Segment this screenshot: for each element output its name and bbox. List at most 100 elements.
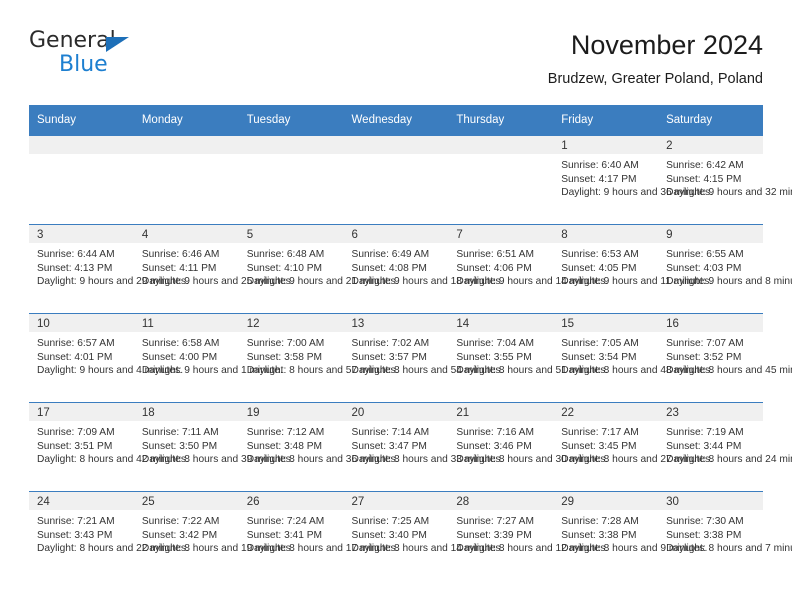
sunrise-text: Sunrise: 7:27 AM	[456, 516, 534, 527]
day-details: Sunrise: 7:22 AM Sunset: 3:42 PM Daylight:…	[134, 510, 294, 556]
day-details: Sunrise: 6:48 AM Sunset: 4:10 PM Daylight:…	[239, 243, 399, 289]
calendar-day-cell[interactable]: 19 Sunrise: 7:12 AM Sunset: 3:48 PM Dayligh…	[238, 402, 399, 492]
daylight-text: Daylight: 8 hours and 39 minutes.	[141, 454, 294, 466]
calendar-day-cell[interactable]: 3 Sunrise: 6:44 AM Sunset: 4:13 PM Daylight…	[29, 224, 189, 314]
day-number: 24	[29, 492, 134, 510]
day-details: Sunrise: 7:17 AM Sunset: 3:45 PM Daylight:…	[553, 421, 713, 467]
calendar-day-cell[interactable]: 11 Sunrise: 6:58 AM Sunset: 4:00 PM Dayligh…	[133, 313, 283, 403]
title-block: November 2024 Brudzew, Greater Poland, P…	[548, 28, 763, 88]
sunrise-text: Sunrise: 7:11 AM	[141, 427, 219, 438]
day-details: Sunrise: 7:28 AM Sunset: 3:38 PM Daylight:…	[553, 510, 707, 556]
daylight-text: Daylight: 8 hours and 22 minutes.	[37, 543, 189, 555]
logo-text-general: General	[29, 28, 116, 53]
calendar-day-cell[interactable]: 9 Sunrise: 6:55 AM Sunset: 4:03 PM Daylight…	[658, 224, 792, 314]
day-number: 28	[448, 492, 554, 510]
day-details: Sunrise: 6:58 AM Sunset: 4:00 PM Daylight:…	[134, 332, 283, 378]
calendar-day-cell[interactable]: 1 Sunrise: 6:40 AM Sunset: 4:17 PM Daylight…	[553, 135, 713, 225]
sunrise-text: Sunrise: 7:07 AM	[666, 338, 744, 349]
day-number-empty	[133, 136, 239, 154]
day-number: 14	[448, 314, 554, 332]
calendar-day-cell[interactable]: 20 Sunrise: 7:14 AM Sunset: 3:47 PM Dayligh…	[343, 402, 503, 492]
day-number: 6	[343, 225, 449, 243]
sunrise-text: Sunrise: 7:12 AM	[246, 427, 325, 438]
calendar-day-cell[interactable]: 16 Sunrise: 7:07 AM Sunset: 3:52 PM Dayligh…	[658, 313, 792, 403]
logo-text-blue: Blue	[59, 52, 108, 77]
daylight-text: Daylight: 9 hours and 11 minutes.	[561, 276, 713, 288]
calendar-day-cell[interactable]: 5 Sunrise: 6:48 AM Sunset: 4:10 PM Daylight…	[238, 224, 399, 314]
sunset-text: Sunset: 3:54 PM	[561, 351, 637, 363]
calendar-day-cell[interactable]: 23 Sunrise: 7:19 AM Sunset: 3:44 PM Dayligh…	[658, 402, 792, 492]
daylight-text: Daylight: 8 hours and 51 minutes.	[456, 365, 609, 377]
calendar-day-cell[interactable]: 18 Sunrise: 7:11 AM Sunset: 3:50 PM Dayligh…	[133, 402, 294, 492]
calendar-day-cell[interactable]: 8 Sunrise: 6:53 AM Sunset: 4:05 PM Daylight…	[553, 224, 713, 314]
calendar-week-row: 24 Sunrise: 7:21 AM Sunset: 3:43 PM Dayligh…	[29, 491, 792, 580]
sunrise-text: Sunrise: 7:00 AM	[246, 338, 325, 349]
day-details: Sunrise: 6:42 AM Sunset: 4:15 PM Daylight:…	[658, 154, 792, 200]
calendar-day-cell[interactable]: 4 Sunrise: 6:46 AM Sunset: 4:11 PM Daylight…	[133, 224, 294, 314]
sunset-text: Sunset: 4:15 PM	[666, 173, 742, 185]
day-details: Sunrise: 6:46 AM Sunset: 4:11 PM Daylight:…	[134, 243, 294, 289]
calendar-day-cell[interactable]: 6 Sunrise: 6:49 AM Sunset: 4:08 PM Daylight…	[343, 224, 503, 314]
calendar-day-cell-empty	[133, 135, 239, 225]
calendar-day-cell[interactable]: 7 Sunrise: 6:51 AM Sunset: 4:06 PM Daylight…	[448, 224, 608, 314]
day-number: 26	[238, 492, 344, 510]
calendar-day-cell[interactable]: 28 Sunrise: 7:27 AM Sunset: 3:39 PM Dayligh…	[448, 491, 608, 580]
day-details: Sunrise: 6:40 AM Sunset: 4:17 PM Daylight:…	[553, 154, 713, 200]
page-subtitle: Brudzew, Greater Poland, Poland	[547, 71, 763, 87]
calendar-day-cell[interactable]: 22 Sunrise: 7:17 AM Sunset: 3:45 PM Dayligh…	[553, 402, 713, 492]
day-number: 12	[238, 314, 344, 332]
day-details: Sunrise: 7:25 AM Sunset: 3:40 PM Daylight:…	[344, 510, 504, 556]
day-number: 30	[658, 492, 763, 510]
calendar-day-cell[interactable]: 21 Sunrise: 7:16 AM Sunset: 3:46 PM Dayligh…	[448, 402, 608, 492]
weekday-header-tuesday: Tuesday	[238, 105, 344, 136]
sunrise-text: Sunrise: 6:58 AM	[141, 338, 220, 349]
calendar-day-cell[interactable]: 24 Sunrise: 7:21 AM Sunset: 3:43 PM Dayligh…	[29, 491, 189, 580]
weekday-header-monday: Monday	[133, 105, 239, 136]
day-details: Sunrise: 7:24 AM Sunset: 3:41 PM Daylight:…	[239, 510, 399, 556]
calendar-day-cell[interactable]: 10 Sunrise: 6:57 AM Sunset: 4:01 PM Dayligh…	[29, 313, 183, 403]
daylight-text: Daylight: 8 hours and 54 minutes.	[351, 365, 504, 377]
day-details: Sunrise: 7:30 AM Sunset: 3:38 PM Daylight:…	[658, 510, 792, 556]
calendar-day-cell[interactable]: 25 Sunrise: 7:22 AM Sunset: 3:42 PM Dayligh…	[133, 491, 294, 580]
sunset-text: Sunset: 3:45 PM	[561, 440, 637, 452]
day-details: Sunrise: 7:27 AM Sunset: 3:39 PM Daylight:…	[448, 510, 608, 556]
day-details: Sunrise: 6:57 AM Sunset: 4:01 PM Daylight:…	[29, 332, 183, 378]
calendar-page: General Blue November 2024 Brudzew, Grea…	[0, 0, 792, 612]
sunset-text: Sunset: 3:42 PM	[141, 529, 218, 541]
sunset-text: Sunset: 3:58 PM	[246, 351, 323, 363]
calendar-day-cell-empty	[238, 135, 344, 225]
day-number: 16	[658, 314, 763, 332]
calendar-day-cell[interactable]: 27 Sunrise: 7:25 AM Sunset: 3:40 PM Dayligh…	[343, 491, 504, 580]
calendar-day-cell[interactable]: 30 Sunrise: 7:30 AM Sunset: 3:38 PM Dayligh…	[658, 491, 792, 580]
sunrise-text: Sunrise: 7:14 AM	[351, 427, 430, 438]
day-number: 10	[29, 314, 134, 332]
calendar-day-cell[interactable]: 26 Sunrise: 7:24 AM Sunset: 3:41 PM Dayligh…	[238, 491, 399, 580]
calendar-day-cell[interactable]: 29 Sunrise: 7:28 AM Sunset: 3:38 PM Dayligh…	[553, 491, 707, 580]
calendar-day-cell[interactable]: 13 Sunrise: 7:02 AM Sunset: 3:57 PM Dayligh…	[343, 313, 504, 403]
sunset-text: Sunset: 4:08 PM	[351, 262, 427, 274]
sunrise-text: Sunrise: 7:28 AM	[561, 516, 639, 527]
sunrise-text: Sunrise: 7:21 AM	[37, 516, 115, 527]
generalblue-logo[interactable]: General Blue	[29, 28, 229, 82]
calendar-day-cell[interactable]: 17 Sunrise: 7:09 AM Sunset: 3:51 PM Dayligh…	[29, 402, 189, 492]
sunrise-text: Sunrise: 7:25 AM	[351, 516, 430, 527]
sunrise-text: Sunrise: 7:30 AM	[666, 516, 744, 527]
sunrise-text: Sunrise: 7:04 AM	[456, 338, 534, 349]
day-details: Sunrise: 7:02 AM Sunset: 3:57 PM Daylight:…	[344, 332, 504, 378]
calendar-day-cell-empty	[448, 135, 554, 225]
day-details: Sunrise: 7:09 AM Sunset: 3:51 PM Daylight:…	[29, 421, 189, 467]
day-details: Sunrise: 6:44 AM Sunset: 4:13 PM Daylight:…	[29, 243, 189, 289]
sunset-text: Sunset: 3:39 PM	[456, 529, 532, 541]
page-header: General Blue November 2024 Brudzew, Grea…	[29, 28, 763, 98]
daylight-text: Daylight: 8 hours and 36 minutes.	[246, 454, 399, 466]
calendar-day-cell[interactable]: 14 Sunrise: 7:04 AM Sunset: 3:55 PM Dayligh…	[448, 313, 609, 403]
calendar-grid: Sunday Monday Tuesday Wednesday Thursday…	[29, 105, 792, 580]
calendar-day-cell[interactable]: 2 Sunrise: 6:42 AM Sunset: 4:15 PM Daylight…	[658, 135, 792, 225]
sunrise-text: Sunrise: 7:22 AM	[141, 516, 220, 527]
weekday-header-sunday: Sunday	[29, 105, 134, 136]
calendar-day-cell[interactable]: 12 Sunrise: 7:00 AM Sunset: 3:58 PM Dayligh…	[238, 313, 398, 403]
daylight-text: Daylight: 9 hours and 29 minutes.	[37, 276, 189, 288]
daylight-text: Daylight: 8 hours and 27 minutes.	[561, 454, 713, 466]
calendar-day-cell[interactable]: 15 Sunrise: 7:05 AM Sunset: 3:54 PM Dayligh…	[553, 313, 713, 403]
day-number: 21	[448, 403, 554, 421]
